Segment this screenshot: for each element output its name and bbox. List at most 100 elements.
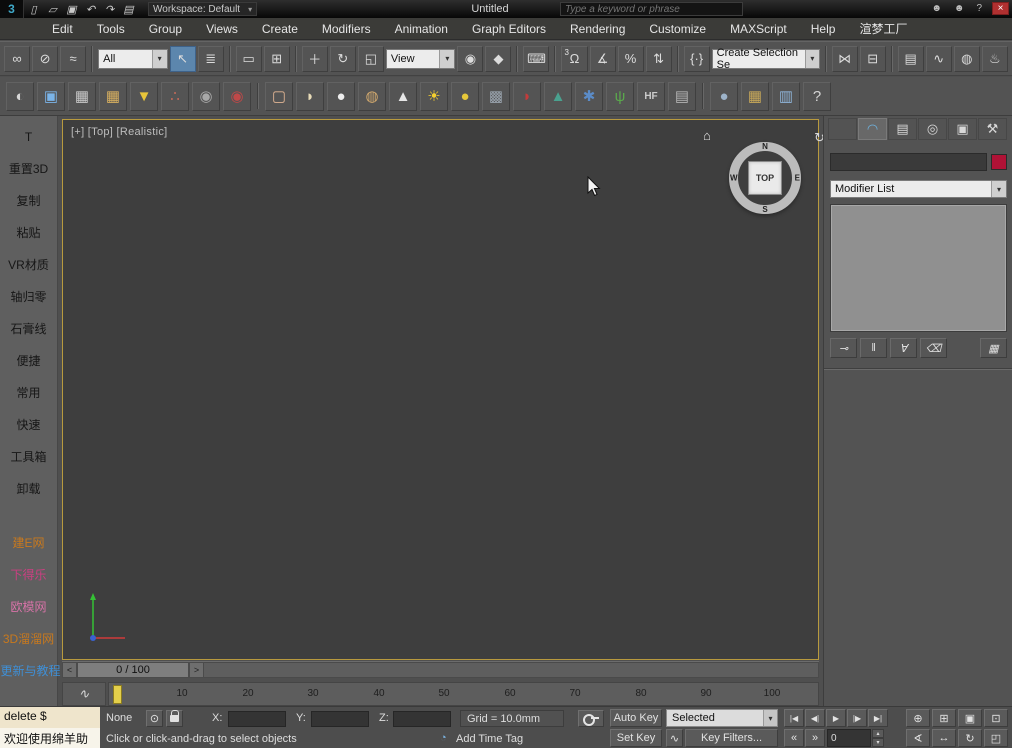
time-slider-handle[interactable]: 0 / 100 (77, 662, 189, 678)
keyboard-shortcut-override-button[interactable]: ⌨ (523, 46, 549, 72)
sidebar-item-oumo-web[interactable]: 欧模网 (1, 594, 57, 620)
toolbar2-sphere-white-button[interactable]: ● (327, 82, 355, 111)
save-file-button[interactable]: ▣ (62, 1, 81, 17)
toolbar2-grass-button[interactable]: ψ (606, 82, 634, 111)
tab-modify[interactable]: ◠ (858, 118, 887, 140)
select-and-move-button[interactable]: ＋ (302, 46, 328, 72)
maximize-viewport-toggle[interactable]: ◰ (984, 729, 1008, 747)
toolbar2-terrain-button[interactable]: ▲ (544, 82, 572, 111)
toolbar2-cone-button[interactable]: ▲ (389, 82, 417, 111)
toolbar2-dot-grid-button[interactable]: ▩ (482, 82, 510, 111)
toolbar2-sheet-b-button[interactable]: ▦ (99, 82, 127, 111)
z-coordinate-input[interactable] (393, 711, 451, 727)
select-and-rotate-button[interactable]: ↻ (330, 46, 356, 72)
remove-modifier-button[interactable]: ⌫ (920, 338, 947, 358)
zoom-extents-button[interactable]: ▣ (958, 709, 982, 727)
sidebar-item-jiane-web[interactable]: 建E网 (1, 530, 57, 556)
use-pivot-point-button[interactable]: ◉ (457, 46, 483, 72)
tab-hierarchy[interactable]: ▤ (888, 118, 917, 140)
tab-motion[interactable]: ◎ (918, 118, 947, 140)
maxscript-mini-listener[interactable]: 欢迎使用绵羊助 (0, 728, 100, 748)
percent-snap-toggle-button[interactable]: % (618, 46, 644, 72)
reference-coordinate-dropdown[interactable]: View ▾ (386, 49, 456, 69)
sidebar-item-paste[interactable]: 粘贴 (1, 220, 57, 246)
orbit-button[interactable]: ↻ (958, 729, 982, 747)
sidebar-item-plaster-line[interactable]: 石膏线 (1, 316, 57, 342)
named-selection-set-combo[interactable]: Create Selection Se ▾ (712, 49, 820, 69)
help-menu-icon[interactable]: ? (976, 3, 982, 14)
toolbar2-window-button[interactable]: ▣ (37, 82, 65, 111)
sidebar-item-reset-3d[interactable]: 重置3D (1, 156, 57, 182)
sidebar-item-vr-material[interactable]: VR材质 (1, 252, 57, 278)
home-icon[interactable]: ⌂ (703, 128, 711, 143)
sidebar-item-common[interactable]: 常用 (1, 380, 57, 406)
window-crossing-toggle-button[interactable]: ⊞ (264, 46, 290, 72)
key-filters-button[interactable]: Key Filters... (685, 729, 778, 747)
toolbar2-gear-button[interactable]: ✱ (575, 82, 603, 111)
maxscript-mini-listener-macro[interactable]: delete $ (0, 707, 100, 728)
toolbar2-scatter-button[interactable]: ∴ (161, 82, 189, 111)
menu-modifiers[interactable]: Modifiers (310, 18, 383, 40)
modifier-stack[interactable] (830, 204, 1007, 332)
toolbar2-sphere-tan-button[interactable]: ◍ (358, 82, 386, 111)
toolbar2-sun-button[interactable]: ☀ (420, 82, 448, 111)
time-slider-track[interactable] (204, 662, 819, 678)
pin-stack-button[interactable]: ⊸ (830, 338, 857, 358)
viewcube-top-face[interactable]: TOP (748, 161, 782, 195)
isolate-selection-toggle[interactable]: ⊙ (146, 710, 163, 727)
y-coordinate-input[interactable] (311, 711, 369, 727)
menu-graph-editors[interactable]: Graph Editors (460, 18, 558, 40)
toolbar2-sphere-blue-button[interactable]: ● (710, 82, 738, 111)
add-time-tag-button[interactable]: Add Time Tag (456, 733, 523, 745)
select-object-button[interactable]: ↖ (170, 46, 196, 72)
key-filters-curve-button[interactable]: ∿ (666, 729, 683, 747)
field-of-view-button[interactable]: ∢ (906, 729, 930, 747)
frame-spinner[interactable]: ▴ ▾ (872, 729, 884, 747)
sidebar-item-toolbox[interactable]: 工具箱 (1, 444, 57, 470)
next-key-button[interactable]: » (805, 729, 825, 747)
sidebar-item-updates-tutorials[interactable]: 更新与教程 (1, 658, 57, 684)
pan-view-button[interactable]: ↔ (932, 729, 956, 747)
spinner-up-icon[interactable]: ▴ (872, 729, 884, 738)
viewport-top[interactable]: [+] [Top] [Realistic] ⌂ ↻ N S W E TOP (62, 119, 819, 660)
toolbar2-eclipse-button[interactable]: ◐ (6, 82, 34, 111)
app-logo-icon[interactable]: 3 (0, 0, 24, 18)
current-frame-marker[interactable] (113, 685, 122, 704)
next-frame-nudge-button[interactable]: > (189, 662, 204, 678)
view-cube[interactable]: ⌂ ↻ N S W E TOP (727, 140, 803, 216)
zoom-button[interactable]: ⊕ (906, 709, 930, 727)
edit-named-selection-sets-button[interactable]: {·} (684, 46, 710, 72)
select-by-name-button[interactable]: ≣ (198, 46, 224, 72)
close-button[interactable]: × (992, 2, 1009, 15)
layer-manager-button[interactable]: ▤ (898, 46, 924, 72)
make-unique-button[interactable]: ∀ (890, 338, 917, 358)
x-coordinate-input[interactable] (228, 711, 286, 727)
configure-modifier-sets-button[interactable]: ▦ (980, 338, 1007, 358)
key-selection-dropdown[interactable]: Selected ▾ (666, 709, 778, 727)
previous-key-button[interactable]: « (784, 729, 804, 747)
track-bar-ruler[interactable]: 0 10 20 30 40 50 60 70 80 90 100 (108, 682, 819, 706)
toolbar2-monitor-button[interactable]: ▥ (772, 82, 800, 111)
select-and-scale-button[interactable]: ◱ (358, 46, 384, 72)
search-input[interactable] (560, 2, 743, 16)
menu-group[interactable]: Group (137, 18, 194, 40)
menu-edit[interactable]: Edit (40, 18, 85, 40)
sidebar-item-uninstall[interactable]: 卸载 (1, 476, 57, 502)
previous-frame-button[interactable]: ◀| (805, 709, 825, 727)
menu-tools[interactable]: Tools (85, 18, 137, 40)
toolbar2-pepper-button[interactable]: ◗ (513, 82, 541, 111)
unlink-selection-button[interactable]: ⊘ (32, 46, 58, 72)
rectangular-selection-region-button[interactable]: ▭ (236, 46, 262, 72)
community-icon[interactable]: ☻ (931, 3, 942, 14)
toolbar2-blocks-button[interactable]: ▦ (741, 82, 769, 111)
material-editor-button[interactable]: ◍ (954, 46, 980, 72)
current-frame-input[interactable] (827, 729, 871, 747)
open-file-button[interactable]: ▱ (43, 1, 62, 17)
tab-utilities[interactable]: ⚒ (978, 118, 1007, 140)
play-animation-button[interactable]: ▶ (826, 709, 846, 727)
show-end-result-button[interactable]: ‖ (860, 338, 887, 358)
snaps-toggle-button[interactable]: 3Ω (561, 46, 587, 72)
sidebar-item-t[interactable]: T (1, 124, 57, 150)
menu-customize[interactable]: Customize (637, 18, 718, 40)
tab-display[interactable]: ▣ (948, 118, 977, 140)
